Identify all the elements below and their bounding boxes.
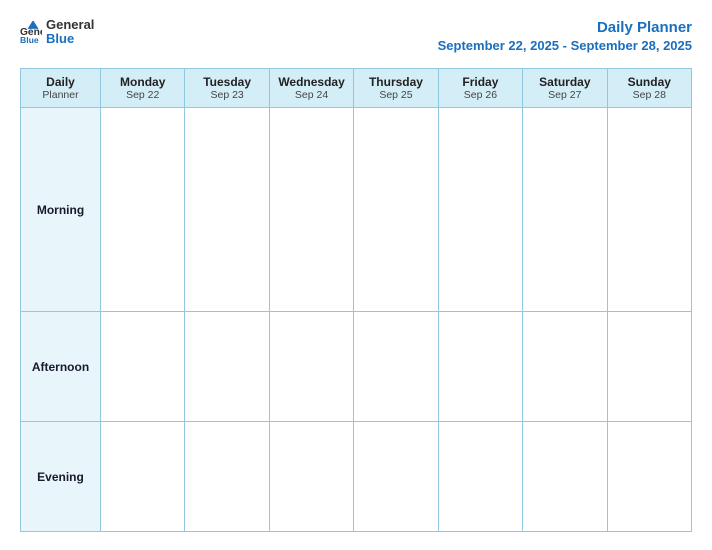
header-sunday: Sunday Sep 28	[607, 69, 691, 108]
header-daily-planner: Daily Planner	[21, 69, 101, 108]
saturday-date: Sep 27	[527, 89, 602, 101]
tuesday-date: Sep 23	[189, 89, 264, 101]
planner-table: Daily Planner Monday Sep 22 Tuesday Sep …	[20, 68, 692, 532]
planner-date-range: September 22, 2025 - September 28, 2025	[438, 38, 692, 55]
friday-afternoon-cell[interactable]	[438, 312, 522, 422]
monday-label: Monday	[105, 75, 180, 89]
generalblue-logo-icon: General Blue	[20, 21, 42, 43]
saturday-afternoon-cell[interactable]	[523, 312, 607, 422]
saturday-evening-cell[interactable]	[523, 422, 607, 532]
friday-label: Friday	[443, 75, 518, 89]
morning-label: Morning	[21, 108, 101, 312]
wednesday-afternoon-cell[interactable]	[269, 312, 353, 422]
thursday-morning-cell[interactable]	[354, 108, 438, 312]
sunday-afternoon-cell[interactable]	[607, 312, 691, 422]
saturday-morning-cell[interactable]	[523, 108, 607, 312]
monday-date: Sep 22	[105, 89, 180, 101]
logo-area: General Blue General Blue	[20, 18, 94, 47]
header-saturday: Saturday Sep 27	[523, 69, 607, 108]
header-friday: Friday Sep 26	[438, 69, 522, 108]
monday-afternoon-cell[interactable]	[101, 312, 185, 422]
header: General Blue General Blue Daily Planner …	[20, 18, 692, 54]
header-col1-line1: Daily	[25, 75, 96, 89]
sunday-label: Sunday	[612, 75, 687, 89]
header-col1-line2: Planner	[25, 89, 96, 101]
header-thursday: Thursday Sep 25	[354, 69, 438, 108]
logo-blue: Blue	[46, 32, 94, 46]
svg-text:Blue: Blue	[20, 35, 39, 43]
header-monday: Monday Sep 22	[101, 69, 185, 108]
sunday-evening-cell[interactable]	[607, 422, 691, 532]
page: General Blue General Blue Daily Planner …	[0, 0, 712, 550]
saturday-label: Saturday	[527, 75, 602, 89]
table-header-row: Daily Planner Monday Sep 22 Tuesday Sep …	[21, 69, 692, 108]
evening-label: Evening	[21, 422, 101, 532]
table-row-morning: Morning	[21, 108, 692, 312]
afternoon-label: Afternoon	[21, 312, 101, 422]
wednesday-evening-cell[interactable]	[269, 422, 353, 532]
header-tuesday: Tuesday Sep 23	[185, 69, 269, 108]
tuesday-afternoon-cell[interactable]	[185, 312, 269, 422]
friday-date: Sep 26	[443, 89, 518, 101]
tuesday-label: Tuesday	[189, 75, 264, 89]
wednesday-date: Sep 24	[274, 89, 349, 101]
monday-evening-cell[interactable]	[101, 422, 185, 532]
table-row-evening: Evening	[21, 422, 692, 532]
table-row-afternoon: Afternoon	[21, 312, 692, 422]
thursday-label: Thursday	[358, 75, 433, 89]
wednesday-morning-cell[interactable]	[269, 108, 353, 312]
monday-morning-cell[interactable]	[101, 108, 185, 312]
wednesday-label: Wednesday	[274, 75, 349, 89]
friday-evening-cell[interactable]	[438, 422, 522, 532]
sunday-morning-cell[interactable]	[607, 108, 691, 312]
logo-general: General	[46, 18, 94, 32]
tuesday-morning-cell[interactable]	[185, 108, 269, 312]
header-wednesday: Wednesday Sep 24	[269, 69, 353, 108]
sunday-date: Sep 28	[612, 89, 687, 101]
title-area: Daily Planner September 22, 2025 - Septe…	[438, 18, 692, 54]
thursday-date: Sep 25	[358, 89, 433, 101]
friday-morning-cell[interactable]	[438, 108, 522, 312]
thursday-afternoon-cell[interactable]	[354, 312, 438, 422]
tuesday-evening-cell[interactable]	[185, 422, 269, 532]
thursday-evening-cell[interactable]	[354, 422, 438, 532]
planner-title: Daily Planner	[438, 18, 692, 38]
